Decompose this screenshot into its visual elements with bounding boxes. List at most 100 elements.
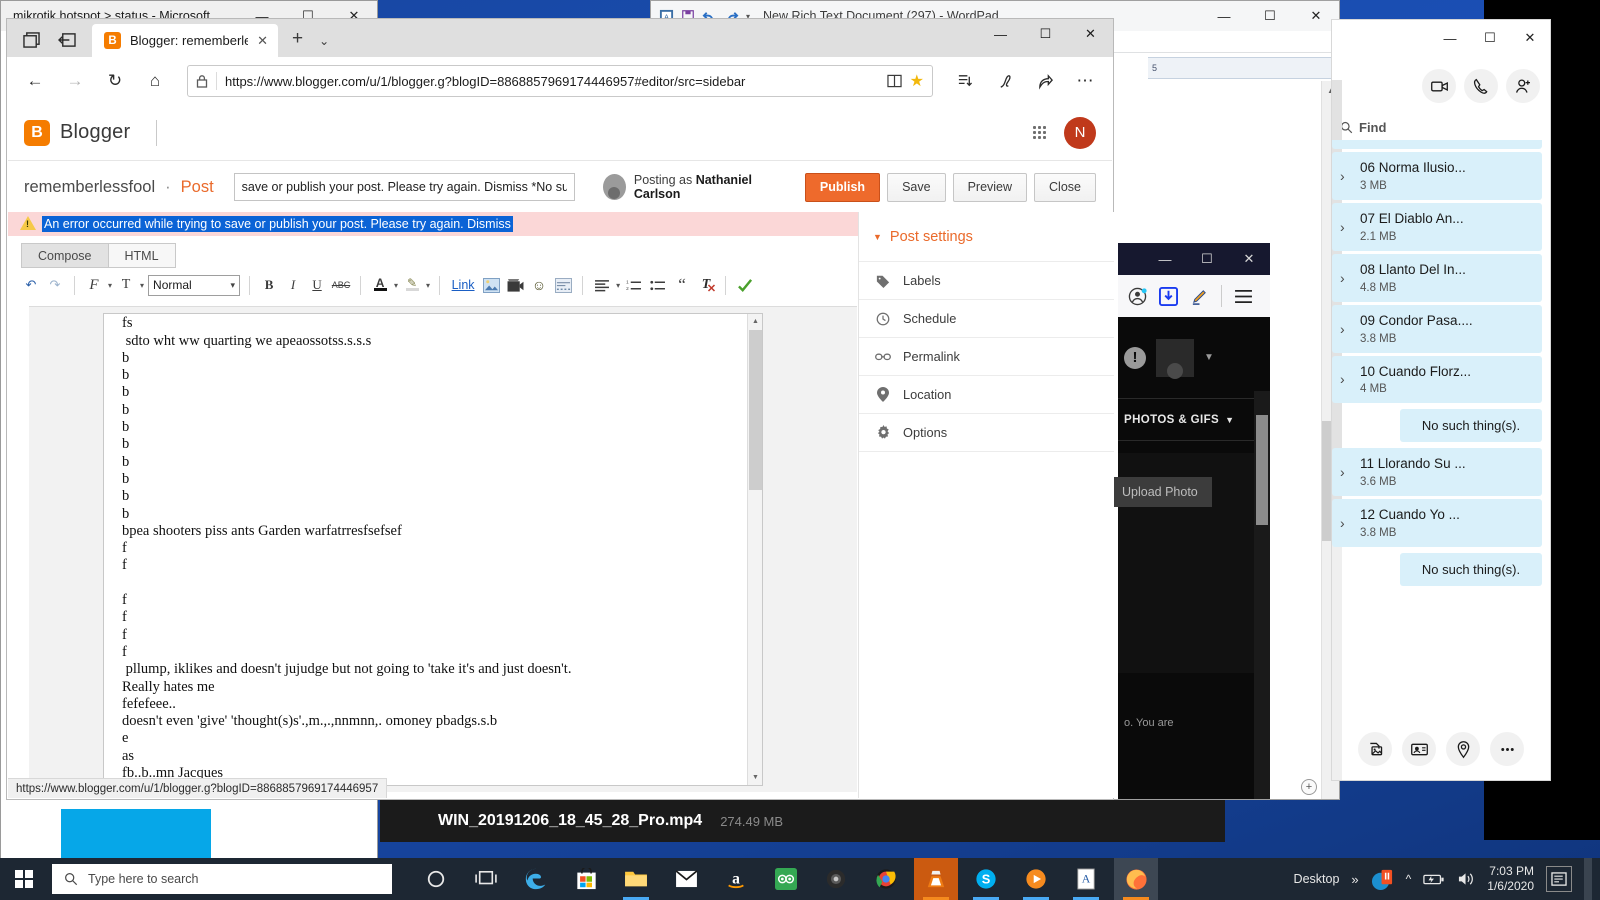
insert-jump-break-icon[interactable]	[553, 273, 573, 297]
back-button[interactable]: ←	[17, 63, 53, 99]
start-button[interactable]	[0, 858, 48, 900]
font-size-button[interactable]: T	[116, 273, 136, 297]
more-options-icon[interactable]	[1490, 732, 1524, 766]
publish-button[interactable]: Publish	[804, 172, 881, 202]
send-contact-icon[interactable]	[1402, 732, 1436, 766]
bulleted-list-icon[interactable]	[648, 273, 668, 297]
skype-find-control[interactable]: Find	[1340, 120, 1386, 135]
highlighter-icon[interactable]	[1190, 287, 1209, 306]
remove-formatting-icon[interactable]: T ✕	[696, 273, 716, 297]
browser-close-button[interactable]: ✕	[1068, 19, 1113, 49]
undo-icon[interactable]: ↶	[21, 273, 41, 297]
add-people-icon[interactable]	[1506, 69, 1540, 103]
save-button[interactable]: Save	[887, 172, 946, 202]
action-center-icon[interactable]	[1546, 866, 1572, 892]
photos-gifs-section-header[interactable]: PHOTOS & GIFS ▼	[1118, 399, 1270, 441]
browser-tab-blogger[interactable]: B Blogger: rememberlessf ✕	[92, 24, 278, 57]
new-tab-button[interactable]: +	[292, 28, 303, 57]
chevron-right-icon[interactable]: ›	[1340, 219, 1345, 235]
wordpad-zoom-in-button[interactable]: +	[1301, 779, 1317, 795]
close-button[interactable]: Close	[1034, 172, 1096, 202]
post-body-editor[interactable]: fs sdto wht ww quarting we apeaossotss.s…	[103, 313, 763, 786]
tray-desktop-label[interactable]: Desktop	[1294, 872, 1340, 886]
upload-photo-button[interactable]: Upload Photo	[1108, 477, 1212, 507]
editor-scroll-down-arrow[interactable]: ▼	[748, 770, 762, 785]
text-color-button[interactable]: A	[370, 273, 390, 297]
browser-tab-strip[interactable]: B Blogger: rememberlessf ✕ + ⌄ — ☐ ✕	[7, 19, 1113, 57]
taskbar-clock[interactable]: 7:03 PM 1/6/2020	[1487, 864, 1534, 894]
reading-view-icon[interactable]	[887, 74, 902, 88]
skype-close-button[interactable]: ✕	[1510, 20, 1550, 56]
forward-button[interactable]: →	[57, 63, 93, 99]
mail-icon[interactable]	[664, 858, 708, 900]
photos-scroll-thumb[interactable]	[1256, 415, 1268, 525]
editor-vertical-scrollbar[interactable]: ▲ ▼	[747, 314, 762, 785]
insert-video-icon[interactable]	[505, 273, 525, 297]
chevron-down-icon[interactable]: ▼	[1204, 352, 1214, 363]
photos-gifs-window[interactable]: — ☐ ✕ ! ▼ PHOTOS & GIFS ▼ Upload Photo o…	[1108, 243, 1270, 799]
chrome-icon[interactable]	[864, 858, 908, 900]
paragraph-style-select[interactable]: Normal	[148, 274, 241, 296]
favorite-star-icon[interactable]: ★	[910, 71, 924, 91]
post-settings-item-permalink[interactable]: Permalink	[859, 338, 1114, 376]
chevron-right-icon[interactable]: ›	[1340, 515, 1345, 531]
photos-maximize-button[interactable]: ☐	[1186, 243, 1228, 275]
video-player-bar[interactable]: WIN_20191206_18_45_28_Pro.mp4 274.49 MB	[380, 800, 1225, 842]
wordpad-zoom-controls[interactable]: +	[1301, 779, 1317, 795]
address-bar-url[interactable]: https://www.blogger.com/u/1/blogger.g?bl…	[225, 74, 879, 89]
skype-file-message[interactable]: › 09 Condor Pasa.... 3.8 MB	[1332, 304, 1542, 353]
insert-emoji-icon[interactable]: ☺	[529, 273, 549, 297]
audio-call-icon[interactable]	[1464, 69, 1498, 103]
highlight-color-button[interactable]: ✎	[402, 273, 422, 297]
store-icon[interactable]	[564, 858, 608, 900]
wordpad-icon[interactable]: A	[1064, 858, 1108, 900]
tab-preview-icon[interactable]	[23, 32, 40, 48]
post-settings-item-labels[interactable]: Labels	[859, 262, 1114, 300]
tray-show-hidden-icon[interactable]: ^	[1406, 872, 1412, 886]
italic-button[interactable]: I	[283, 273, 303, 297]
vlc-icon[interactable]	[914, 858, 958, 900]
collections-icon[interactable]	[947, 63, 983, 99]
insert-image-icon[interactable]	[481, 273, 501, 297]
skype-window[interactable]: — ☐ ✕ Find ›2.9 MB›06 Norma Ilusi	[1332, 20, 1550, 780]
chevron-down-icon[interactable]: ▾	[140, 281, 144, 290]
photos-toolbar[interactable]	[1118, 275, 1270, 317]
skype-titlebar[interactable]: — ☐ ✕	[1332, 20, 1550, 56]
google-apps-grid-icon[interactable]	[1033, 126, 1046, 139]
skype-file-message[interactable]: › 11 Llorando Su ... 3.6 MB	[1332, 448, 1542, 497]
task-view-icon[interactable]	[464, 858, 508, 900]
chevron-down-icon[interactable]: ⌄	[319, 34, 329, 57]
spellcheck-icon[interactable]	[735, 273, 755, 297]
font-family-button[interactable]: F	[84, 273, 104, 297]
skype-file-message[interactable]: › 08 Llanto Del In... 4.8 MB	[1332, 253, 1542, 302]
account-icon[interactable]	[1128, 287, 1147, 306]
chevron-down-icon[interactable]: ▾	[394, 281, 398, 290]
skype-maximize-button[interactable]: ☐	[1470, 20, 1510, 56]
volume-icon[interactable]	[1457, 871, 1475, 887]
strikethrough-button[interactable]: ABC	[331, 273, 351, 297]
photos-close-button[interactable]: ✕	[1228, 243, 1270, 275]
amazon-icon[interactable]: a	[714, 858, 758, 900]
firefox-icon[interactable]	[1114, 858, 1158, 900]
post-settings-item-location[interactable]: Location	[859, 376, 1114, 414]
skype-file-message[interactable]: › 07 El Diablo An... 2.1 MB	[1332, 202, 1542, 251]
chevron-down-icon[interactable]: ▼	[873, 232, 882, 242]
wordpad-minimize-button[interactable]: —	[1201, 1, 1247, 31]
preview-button[interactable]: Preview	[952, 172, 1028, 202]
skype-icon[interactable]: S	[964, 858, 1008, 900]
tripadvisor-icon[interactable]	[764, 858, 808, 900]
taskbar-search-box[interactable]: Type here to search	[52, 864, 392, 894]
battery-icon[interactable]	[1423, 873, 1445, 886]
camera-icon[interactable]	[814, 858, 858, 900]
skype-file-message[interactable]: › 12 Cuando Yo ... 3.8 MB	[1332, 499, 1542, 548]
edge-icon[interactable]	[514, 858, 558, 900]
tray-app-icon[interactable]	[1371, 868, 1394, 891]
video-call-icon[interactable]	[1422, 69, 1456, 103]
tray-overflow-icon[interactable]: »	[1351, 872, 1358, 887]
redo-icon[interactable]: ↷	[45, 273, 65, 297]
bold-button[interactable]: B	[259, 273, 279, 297]
chevron-down-icon[interactable]: ▾	[426, 281, 430, 290]
editor-scroll-thumb[interactable]	[749, 330, 762, 490]
post-title-input[interactable]	[233, 173, 576, 201]
skype-text-message[interactable]: No such thing(s).	[1400, 553, 1542, 587]
